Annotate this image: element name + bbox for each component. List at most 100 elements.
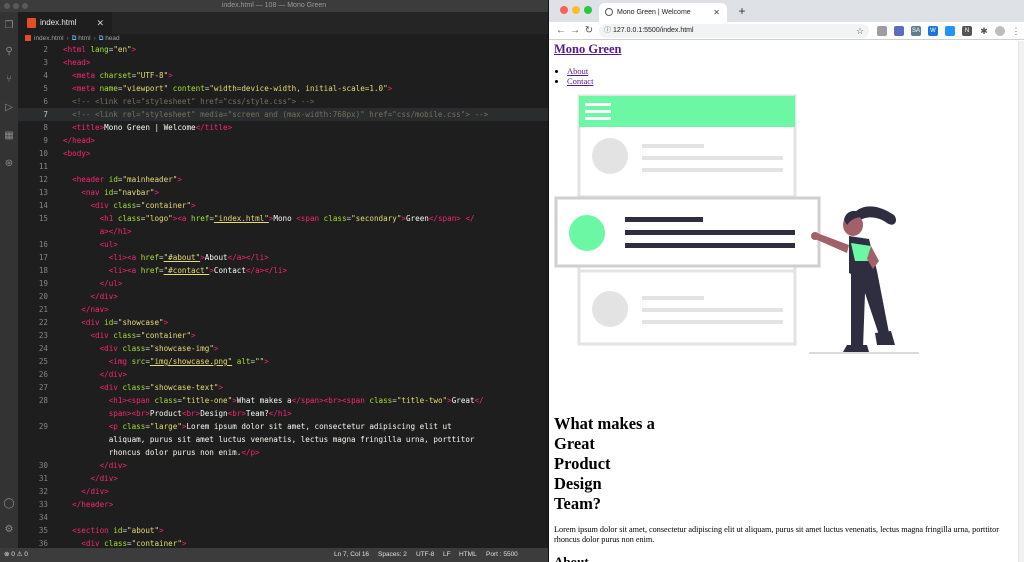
line-number: 6 bbox=[43, 97, 48, 106]
line-number bbox=[18, 433, 48, 446]
browser-window: Mono Green | Welcome ✕ + ← → ↻ ⓘ 127.0.0… bbox=[548, 0, 1024, 562]
code-line: <meta name="viewport" content="width=dev… bbox=[72, 84, 393, 93]
close-icon[interactable]: ✕ bbox=[713, 3, 720, 22]
code-line: </div> bbox=[99, 370, 128, 379]
code-line: <div class="showcase-text"> bbox=[99, 383, 224, 392]
minimize-window-button[interactable] bbox=[572, 6, 580, 14]
breadcrumb: index.html › ⧉ html › ⧉ head bbox=[18, 34, 548, 43]
live-server-port[interactable]: Port : 5500 bbox=[486, 548, 518, 562]
window-title: index.html — 108 — Mono Green bbox=[221, 2, 327, 9]
reload-icon[interactable]: ↻ bbox=[583, 24, 595, 38]
line-number: 19 bbox=[38, 279, 48, 288]
close-window-button[interactable] bbox=[560, 6, 568, 14]
nav-link-about[interactable]: About bbox=[567, 66, 588, 76]
new-tab-button[interactable]: + bbox=[735, 3, 749, 19]
extension-icon[interactable] bbox=[894, 26, 904, 36]
line-ending[interactable]: LF bbox=[443, 548, 451, 562]
code-line: rhoncus dolor purus non enim.</p> bbox=[108, 448, 260, 457]
code-line: <section id="about"> bbox=[72, 526, 164, 535]
breadcrumb-item[interactable]: html bbox=[78, 35, 90, 42]
html5-icon bbox=[25, 35, 31, 41]
extension-icon[interactable] bbox=[877, 26, 887, 36]
line-number: 15 bbox=[38, 214, 48, 223]
cursor-position[interactable]: Ln 7, Col 16 bbox=[334, 548, 369, 562]
code-line: a></h1> bbox=[99, 227, 132, 236]
line-number: 13 bbox=[38, 188, 48, 197]
star-icon[interactable]: ☆ bbox=[854, 24, 866, 38]
line-number: 4 bbox=[43, 71, 48, 80]
encoding[interactable]: UTF-8 bbox=[416, 548, 434, 562]
nav-item: Contact bbox=[567, 76, 593, 86]
extension-icon[interactable]: W bbox=[928, 26, 938, 36]
extension-icon[interactable] bbox=[945, 26, 955, 36]
code-editor[interactable]: 2 3 4 5 6 7 8 9 10 11 12 13 14 15 16 17 18 19 20 21 22 23 24 25… bbox=[18, 43, 548, 548]
line-number: 34 bbox=[38, 513, 48, 522]
forward-arrow-icon[interactable]: → bbox=[569, 24, 581, 38]
nav-link-contact[interactable]: Contact bbox=[567, 76, 593, 86]
code-line: <div class="showcase-img"> bbox=[99, 344, 219, 353]
line-number bbox=[18, 407, 48, 420]
close-icon[interactable]: ✕ bbox=[96, 12, 104, 34]
code-line: <li><a href="#about">About</a></li> bbox=[108, 253, 269, 262]
code-line: </header> bbox=[72, 500, 114, 509]
extension-icon[interactable]: SA bbox=[911, 26, 921, 36]
maximize-window-button[interactable] bbox=[584, 6, 592, 14]
line-number: 30 bbox=[38, 461, 48, 470]
line-number: 31 bbox=[38, 474, 48, 483]
menu-icon[interactable]: ⋮ bbox=[1011, 26, 1021, 36]
account-icon[interactable]: ◯ bbox=[3, 498, 15, 510]
card-avatar bbox=[592, 291, 628, 327]
code-line: <li><a href="#contact">Contact</a></li> bbox=[108, 266, 288, 275]
vscode-window: index.html — 108 — Mono Green ❐ ⚲ ⑂ ▷ ▦ … bbox=[0, 0, 548, 562]
chevron-right-icon: › bbox=[66, 35, 69, 42]
line-number bbox=[18, 225, 48, 238]
close-window-button[interactable] bbox=[4, 3, 10, 9]
hamburger-line bbox=[585, 103, 611, 106]
code-line: <!-- <link rel="stylesheet" href="css/st… bbox=[63, 97, 315, 106]
back-arrow-icon[interactable]: ← bbox=[555, 24, 567, 38]
language-mode[interactable]: HTML bbox=[459, 548, 477, 562]
line-number: 33 bbox=[38, 500, 48, 509]
remote-icon[interactable]: ⊛ bbox=[3, 158, 15, 170]
site-nav: About Contact bbox=[567, 66, 593, 86]
run-debug-icon[interactable]: ▷ bbox=[3, 102, 15, 114]
puzzle-icon[interactable]: ✱ bbox=[979, 26, 989, 36]
title-line: Great bbox=[554, 434, 595, 453]
address-bar[interactable]: ⓘ 127.0.0.1:5500/index.html bbox=[599, 24, 869, 38]
minimize-window-button[interactable] bbox=[13, 3, 19, 9]
code-line: <body> bbox=[63, 149, 91, 158]
site-logo-link[interactable]: Mono Green bbox=[554, 42, 621, 57]
tab-index-html[interactable]: index.html ✕ bbox=[18, 12, 112, 34]
globe-icon bbox=[605, 8, 613, 16]
line-number: 14 bbox=[38, 201, 48, 210]
line-number: 16 bbox=[38, 240, 48, 249]
info-icon[interactable]: ⓘ bbox=[604, 24, 611, 38]
line-number: 25 bbox=[38, 357, 48, 366]
files-icon[interactable]: ❐ bbox=[3, 20, 15, 32]
code-line: <p class="large">Lorem ipsum dolor sit a… bbox=[108, 422, 452, 431]
problems-indicator[interactable]: ⊗ 0 ⚠ 0 bbox=[4, 548, 28, 562]
extensions-icon[interactable]: ▦ bbox=[3, 130, 15, 142]
search-icon[interactable]: ⚲ bbox=[3, 46, 15, 58]
line-number: 12 bbox=[38, 175, 48, 184]
line-number: 8 bbox=[43, 123, 48, 132]
gear-icon[interactable]: ⚙ bbox=[3, 524, 15, 536]
maximize-window-button[interactable] bbox=[22, 3, 28, 9]
code-line: <header id="mainheader"> bbox=[72, 175, 182, 184]
line-number: 22 bbox=[38, 318, 48, 327]
code-line: <nav id="navbar"> bbox=[81, 188, 160, 197]
line-number: 5 bbox=[43, 84, 48, 93]
code-line: </div> bbox=[90, 292, 118, 301]
browser-tab[interactable]: Mono Green | Welcome ✕ bbox=[599, 3, 727, 22]
extension-icon[interactable]: N bbox=[962, 26, 972, 36]
breadcrumb-item[interactable]: index.html bbox=[34, 35, 64, 42]
code-line: <head> bbox=[63, 58, 91, 67]
indentation[interactable]: Spaces: 2 bbox=[378, 548, 407, 562]
line-number: 23 bbox=[38, 331, 48, 340]
breadcrumb-item[interactable]: head bbox=[105, 35, 119, 42]
avatar[interactable] bbox=[995, 26, 1005, 36]
code-line: </nav> bbox=[81, 305, 109, 314]
page-scrollbar[interactable] bbox=[1018, 41, 1024, 562]
line-number: 32 bbox=[38, 487, 48, 496]
source-control-icon[interactable]: ⑂ bbox=[3, 74, 15, 86]
